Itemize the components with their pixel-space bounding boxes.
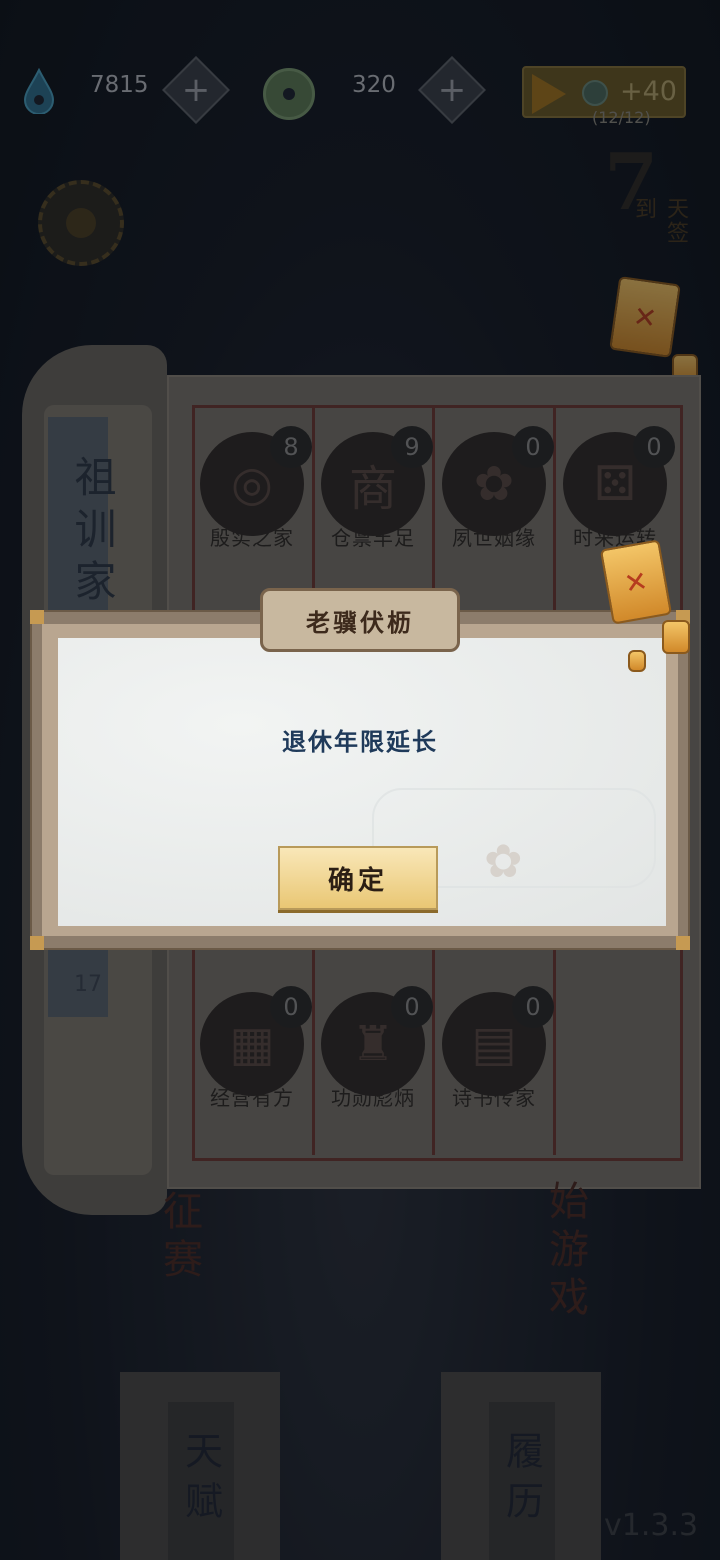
dialog-title: 老骥伏枥: [260, 588, 460, 652]
flower-decoration-icon: ✿: [484, 834, 523, 888]
dialog-message: 退休年限延长: [282, 727, 438, 756]
confirm-button[interactable]: 确定: [278, 846, 438, 910]
lantern-icon: ✕: [599, 539, 673, 625]
lantern-icon: [662, 620, 690, 654]
lantern-icon: [628, 650, 646, 672]
